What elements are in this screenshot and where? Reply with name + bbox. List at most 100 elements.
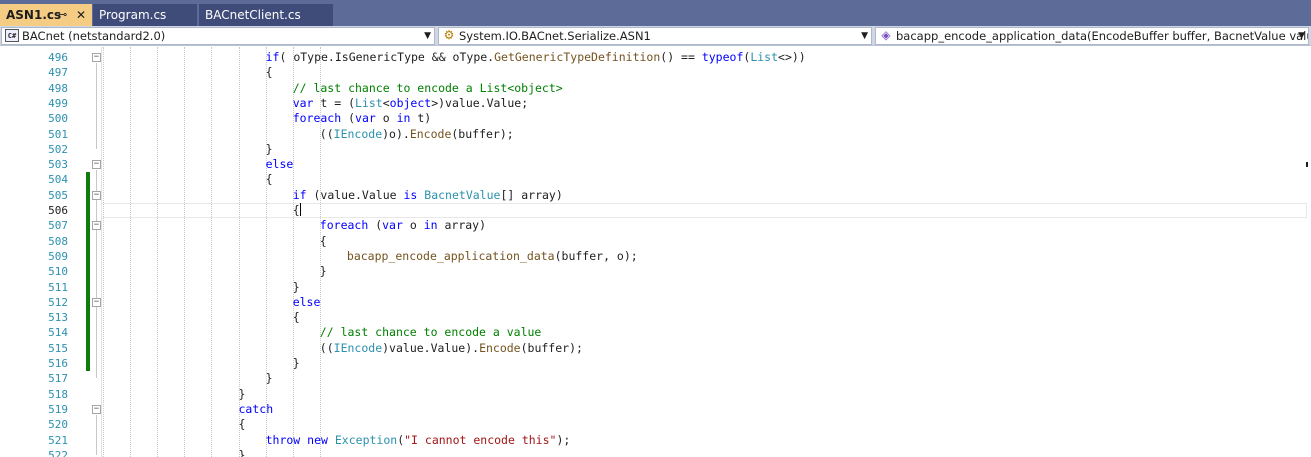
code-line[interactable]: 499 var t = (List<object>)value.Value; xyxy=(0,96,1311,111)
line-number: 499 xyxy=(48,96,68,110)
project-dropdown[interactable]: C# BACnet (netstandard2.0) ▼ xyxy=(1,27,435,45)
code-text: bacapp_encode_application_data(buffer, o… xyxy=(346,248,638,263)
code-text: } xyxy=(292,279,300,294)
line-number: 515 xyxy=(48,341,68,355)
member-dropdown[interactable]: ◈ bacapp_encode_application_data(EncodeB… xyxy=(875,27,1309,45)
code-text: else xyxy=(292,294,321,309)
line-number: 516 xyxy=(48,357,68,370)
code-text: } xyxy=(319,264,327,279)
code-line[interactable]: 518} xyxy=(0,387,1311,402)
line-number: 500 xyxy=(48,112,68,126)
member-dropdown-value: bacapp_encode_application_data(EncodeBuf… xyxy=(896,29,1309,43)
csharp-project-icon: C# xyxy=(5,29,19,42)
code-line[interactable]: 517} xyxy=(0,371,1311,386)
tab-asn1[interactable]: ASN1.cs ⊸ ✕ xyxy=(0,4,92,26)
code-text: { xyxy=(265,65,273,80)
code-text: if (value.Value is BacnetValue[] array) xyxy=(292,187,563,202)
pin-icon[interactable]: ⊸ xyxy=(58,4,67,26)
collapse-icon[interactable]: − xyxy=(92,160,101,170)
code-text: } xyxy=(238,447,246,457)
code-text: } xyxy=(265,141,273,156)
collapse-icon[interactable]: − xyxy=(92,221,101,231)
line-number: 505 xyxy=(48,188,68,202)
code-text: if( oType.IsGenericType && oType.GetGene… xyxy=(265,50,806,64)
code-line[interactable]: 522} xyxy=(0,448,1311,457)
code-line[interactable]: 500 foreach (var o in t) xyxy=(0,111,1311,126)
code-line[interactable]: 506 { xyxy=(0,203,1311,218)
line-number: 501 xyxy=(48,127,68,141)
code-line[interactable]: 515 ((IEncode)value.Value).Encode(buffer)… xyxy=(0,341,1311,356)
code-line[interactable]: 514 // last chance to encode a value xyxy=(0,325,1311,340)
code-line[interactable]: 507 − foreach (var o in array) xyxy=(0,218,1311,233)
line-number: 504 xyxy=(48,173,68,187)
type-dropdown[interactable]: ⚙ System.IO.BACnet.Serialize.ASN1 ▼ xyxy=(438,27,872,45)
line-number: 509 xyxy=(48,249,68,263)
code-editor[interactable]: 496 − if( oType.IsGenericType && oType.Get… xyxy=(0,47,1311,457)
line-number: 497 xyxy=(48,66,68,80)
collapse-icon[interactable]: − xyxy=(92,404,101,414)
tab-label: BACnetClient.cs xyxy=(205,8,301,22)
close-icon[interactable]: ✕ xyxy=(76,4,86,26)
line-number: 508 xyxy=(48,234,68,248)
code-line[interactable]: 511} xyxy=(0,280,1311,295)
code-line[interactable]: 519 − catch xyxy=(0,402,1311,417)
tab-label: ASN1.cs xyxy=(6,8,62,22)
line-number: 503 xyxy=(48,158,68,172)
line-number: 513 xyxy=(48,311,68,325)
line-number: 517 xyxy=(48,372,68,386)
code-line[interactable]: 510} xyxy=(0,264,1311,279)
code-text: throw new Exception("I cannot encode thi… xyxy=(265,432,571,447)
method-cube-icon: ◈ xyxy=(881,28,891,42)
class-icon: ⚙ xyxy=(443,28,455,42)
code-line[interactable]: 508 { xyxy=(0,234,1311,249)
code-line[interactable]: 516} xyxy=(0,356,1311,371)
line-number: 512 xyxy=(48,295,68,309)
line-number: 521 xyxy=(48,433,68,447)
line-number: 506 xyxy=(48,204,68,217)
chevron-down-icon: ▼ xyxy=(424,31,431,41)
code-line[interactable]: 501 ((IEncode)o).Encode(buffer); xyxy=(0,127,1311,142)
code-text: var t = (List<object>)value.Value; xyxy=(292,95,529,110)
line-number: 511 xyxy=(48,280,68,294)
code-line[interactable]: 512 − else xyxy=(0,295,1311,310)
line-number: 518 xyxy=(48,387,68,401)
code-text: { xyxy=(319,233,327,248)
code-line[interactable]: 505 − if (value.Value is BacnetValue[] arr… xyxy=(0,188,1311,203)
code-line[interactable]: 497 { xyxy=(0,65,1311,80)
code-text: } xyxy=(292,356,300,370)
code-line[interactable]: 496 − if( oType.IsGenericType && oType.Get… xyxy=(0,50,1311,65)
collapse-icon[interactable]: − xyxy=(92,190,101,200)
document-tab-strip: ASN1.cs ⊸ ✕ Program.cs BACnetClient.cs xyxy=(0,0,1311,26)
code-line[interactable]: 502} xyxy=(0,142,1311,157)
tab-bacnetclient[interactable]: BACnetClient.cs xyxy=(199,4,333,26)
tab-program[interactable]: Program.cs xyxy=(93,4,197,26)
line-number: 520 xyxy=(48,418,68,432)
line-number: 522 xyxy=(48,448,68,457)
code-text: // last chance to encode a List<object> xyxy=(292,80,563,95)
code-text: else xyxy=(265,157,294,172)
code-text: foreach (var o in array) xyxy=(319,218,487,233)
collapse-icon[interactable]: − xyxy=(92,297,101,307)
type-dropdown-value: System.IO.BACnet.Serialize.ASN1 xyxy=(459,29,651,43)
line-number: 514 xyxy=(48,326,68,340)
code-line[interactable]: 509 bacapp_encode_application_data(buffer… xyxy=(0,249,1311,264)
code-text: catch xyxy=(238,401,274,416)
code-text: // last chance to encode a value xyxy=(319,325,542,340)
code-text: foreach (var o in t) xyxy=(292,111,432,126)
code-text: } xyxy=(238,386,246,401)
code-line[interactable]: 503 − else xyxy=(0,157,1311,172)
navigation-bar: C# BACnet (netstandard2.0) ▼ ⚙ System.IO… xyxy=(0,26,1311,46)
project-dropdown-value: BACnet (netstandard2.0) xyxy=(22,29,166,43)
chevron-down-icon: ▼ xyxy=(1298,31,1305,41)
code-line[interactable]: 498 // last chance to encode a List<objec… xyxy=(0,81,1311,96)
line-number: 507 xyxy=(48,219,68,233)
code-text: } xyxy=(265,371,273,386)
scroll-marker xyxy=(1306,162,1308,167)
code-line[interactable]: 521 throw new Exception("I cannot encode … xyxy=(0,433,1311,448)
code-text: { xyxy=(265,172,273,187)
code-line[interactable]: 504 { xyxy=(0,172,1311,187)
code-text: { xyxy=(292,310,300,325)
collapse-icon[interactable]: − xyxy=(92,53,101,62)
code-line[interactable]: 520 { xyxy=(0,417,1311,432)
code-line[interactable]: 513 { xyxy=(0,310,1311,325)
